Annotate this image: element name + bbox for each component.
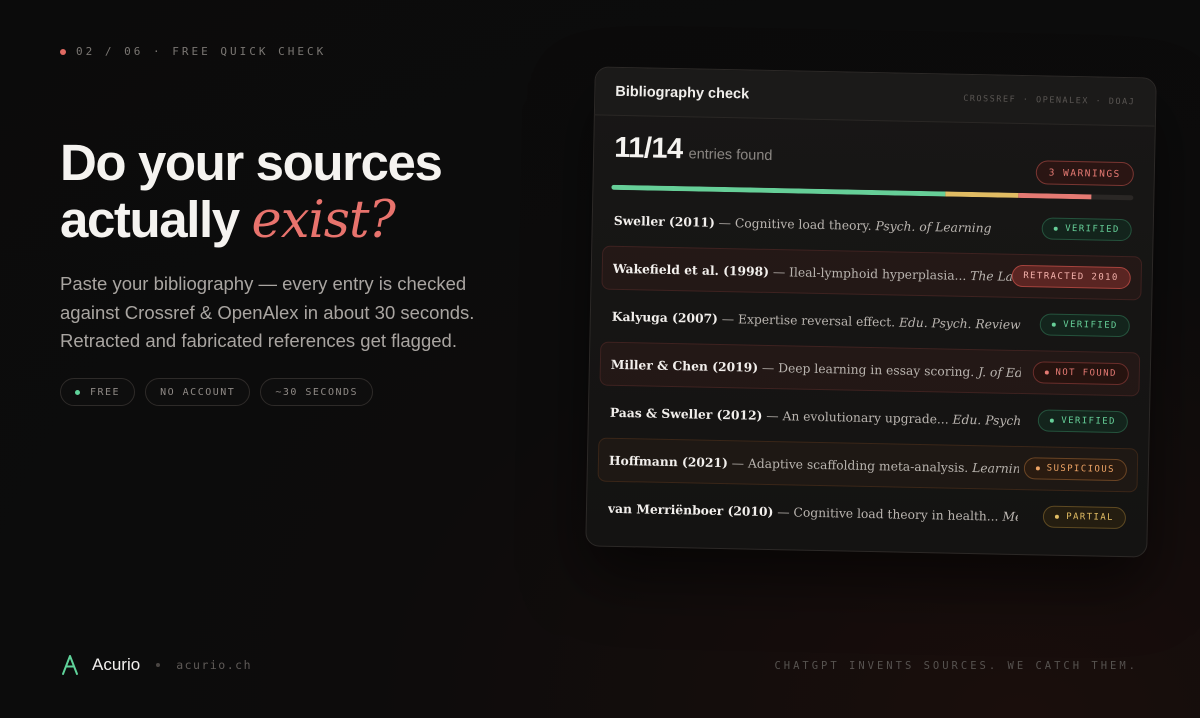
reference-text: Paas & Sweller (2012) — An evolutionary … [610, 404, 1020, 427]
reference-text: Sweller (2011) — Cognitive load theory. … [614, 212, 992, 235]
entries-count: 11/14 [613, 131, 684, 166]
reference-title: — Deep learning in essay scoring. [757, 360, 979, 379]
reference-text: Hoffmann (2021) — Adaptive scaffolding m… [609, 452, 1019, 475]
reference-author: Kalyuga (2007) [611, 308, 719, 326]
hero-title-line1: Do your sources [60, 134, 443, 191]
status-badge: VERIFIED [1040, 313, 1130, 338]
status-label: SUSPICIOUS [1046, 463, 1115, 475]
step-indicator: 02 / 06 · FREE QUICK CHECK [60, 45, 326, 58]
warnings-badge[interactable]: 3 WARNINGS [1035, 160, 1135, 187]
reference-title: — An evolutionary upgrade... [762, 408, 953, 427]
status-badge: VERIFIED [1038, 409, 1129, 434]
reference-author: Sweller (2011) [613, 212, 716, 230]
status-badge: RETRACTED 2010 [1011, 264, 1131, 290]
brand[interactable]: Acurio acurio.ch [60, 654, 252, 676]
bibliography-card: Bibliography check CROSSREF · OPENALEX ·… [585, 66, 1157, 558]
status-dot-icon [1035, 466, 1040, 471]
status-badge: SUSPICIOUS [1023, 457, 1128, 482]
reference-row[interactable]: Kalyuga (2007) — Expertise reversal effe… [600, 294, 1141, 349]
separator-dot [156, 663, 161, 667]
reference-title: — Cognitive load theory. [714, 215, 876, 233]
card-summary: 11/14 entries found 3 WARNINGS [593, 115, 1154, 201]
brand-url[interactable]: acurio.ch [176, 658, 252, 672]
reference-title: — Ileal-lymphoid hyperplasia... [768, 264, 971, 283]
status-label: PARTIAL [1066, 511, 1115, 523]
acurio-logo-icon [62, 655, 78, 675]
reference-row[interactable]: Sweller (2011) — Cognitive load theory. … [602, 198, 1143, 253]
reference-journal: J. of EdTech AI [978, 364, 1021, 380]
card-sources: CROSSREF · OPENALEX · DOAJ [963, 93, 1136, 107]
status-label: RETRACTED 2010 [1023, 271, 1119, 283]
hero-description: Paste your bibliography — every entry is… [60, 273, 475, 351]
status-label: NOT FOUND [1055, 367, 1117, 379]
reference-row[interactable]: Wakefield et al. (1998) — Ileal-lymphoid… [601, 245, 1143, 301]
reference-author: Paas & Sweller (2012) [609, 404, 763, 423]
reference-list: Sweller (2011) — Cognitive load theory. … [587, 189, 1154, 540]
status-label: VERIFIED [1061, 415, 1116, 427]
card-title: Bibliography check [615, 83, 750, 103]
reference-journal: Psych. of Learning [875, 218, 992, 235]
pill-seconds: ~30 SECONDS [260, 378, 374, 406]
hero-title: Do your sources actually exist? [60, 134, 560, 249]
reference-journal: Edu. Psych. Review [952, 412, 1021, 428]
reference-row[interactable]: Miller & Chen (2019) — Deep learning in … [599, 341, 1141, 397]
pill-no-account-label: NO ACCOUNT [160, 386, 236, 398]
reference-journal: Learning & Ins... [972, 460, 1020, 476]
pill-seconds-label: ~30 SECONDS [275, 386, 359, 398]
reference-row[interactable]: Hoffmann (2021) — Adaptive scaffolding m… [597, 437, 1139, 493]
reference-text: Kalyuga (2007) — Expertise reversal effe… [612, 308, 1021, 331]
reference-journal: Med. Educ. [1002, 509, 1019, 524]
status-badge: NOT FOUND [1032, 361, 1130, 386]
reference-journal: Edu. Psych. Review [898, 315, 1021, 332]
status-badge: PARTIAL [1042, 505, 1127, 530]
pill-no-account: NO ACCOUNT [145, 378, 251, 406]
status-label: VERIFIED [1063, 319, 1118, 331]
reference-text: Wakefield et al. (1998) — Ileal-lymphoid… [613, 260, 1012, 283]
tagline: CHATGPT INVENTS SOURCES. WE CATCH THEM. [774, 660, 1138, 672]
status-dot-icon [1054, 226, 1059, 231]
reference-author: Miller & Chen (2019) [610, 356, 759, 375]
status-label: VERIFIED [1065, 223, 1120, 235]
status-dot-icon [1052, 322, 1057, 327]
status-dot-icon [1044, 370, 1049, 375]
pill-free-label: FREE [90, 386, 121, 398]
brand-name: Acurio [92, 655, 141, 674]
reference-author: Wakefield et al. (1998) [612, 260, 770, 279]
status-badge: VERIFIED [1041, 217, 1132, 242]
status-dot-icon [1055, 514, 1060, 519]
reference-title: — Cognitive load theory in health... [773, 504, 1003, 524]
reference-journal: The Lancet [970, 268, 1012, 284]
step-dot-icon [60, 48, 66, 55]
reference-text: van Merriënboer (2010) — Cognitive load … [608, 500, 1018, 523]
entries-count-label: entries found [688, 146, 773, 164]
pill-free: FREE [60, 378, 136, 406]
reference-author: van Merriënboer (2010) [607, 500, 774, 519]
reference-title: — Adaptive scaffolding meta-analysis. [727, 455, 973, 475]
feature-pills: FREE NO ACCOUNT ~30 SECONDS [60, 378, 374, 406]
reference-author: Hoffmann (2021) [608, 452, 729, 470]
green-dot-icon [75, 389, 80, 395]
reference-title: — Expertise reversal effect. [717, 311, 900, 330]
reference-row[interactable]: van Merriënboer (2010) — Cognitive load … [597, 486, 1138, 541]
step-text: 02 / 06 · FREE QUICK CHECK [76, 45, 327, 58]
hero-title-word2: actually [60, 191, 240, 248]
reference-text: Miller & Chen (2019) — Deep learning in … [611, 356, 1021, 379]
hero-title-accent: exist? [251, 191, 396, 250]
status-dot-icon [1050, 418, 1055, 423]
reference-row[interactable]: Paas & Sweller (2012) — An evolutionary … [599, 390, 1140, 445]
